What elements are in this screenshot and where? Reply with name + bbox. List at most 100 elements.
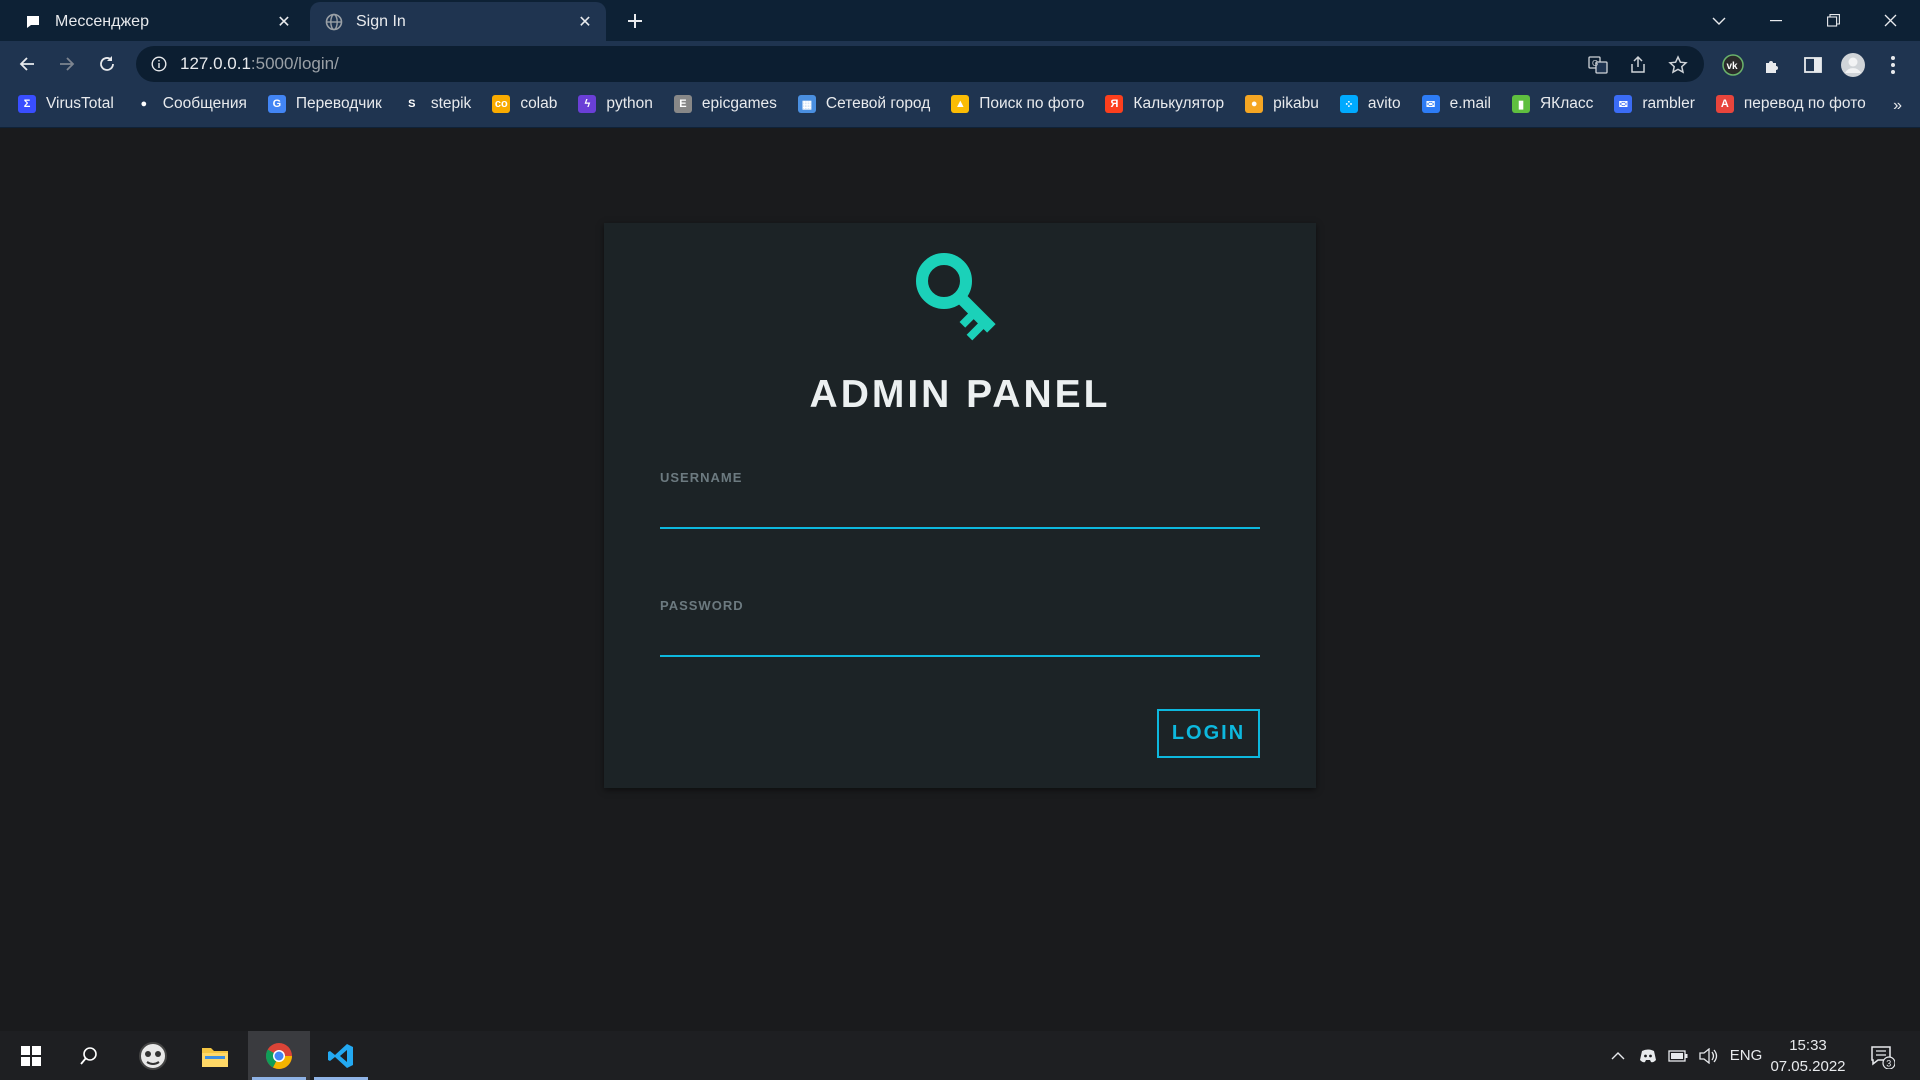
- bookmark-item[interactable]: Aперевод по фото: [1715, 95, 1866, 113]
- back-button[interactable]: [12, 49, 42, 79]
- url-host: 127.0.0.1: [180, 54, 251, 73]
- tab-sign-in[interactable]: Sign In ✕: [310, 2, 606, 41]
- address-bar[interactable]: 127.0.0.1:5000/login/ G: [136, 46, 1704, 82]
- login-card: ADMIN PANEL USERNAME PASSWORD LOGIN: [604, 223, 1316, 788]
- bookmark-item[interactable]: ✉ rambler: [1614, 95, 1695, 113]
- search-button[interactable]: [58, 1031, 120, 1080]
- bookmark-label: epicgames: [701, 95, 777, 112]
- bookmark-item[interactable]: ● pikabu: [1245, 95, 1319, 113]
- bookmark-label: Переводчик: [295, 95, 382, 112]
- bookmark-item[interactable]: Σ VirusTotal: [18, 95, 114, 113]
- bookmark-label: ЯКласс: [1539, 95, 1594, 112]
- start-button[interactable]: [0, 1031, 62, 1080]
- bookmark-item[interactable]: Я Калькулятор: [1105, 95, 1224, 113]
- bookmark-label: e.mail: [1449, 95, 1491, 112]
- forward-button[interactable]: [52, 49, 82, 79]
- volume-icon[interactable]: [1694, 1031, 1722, 1080]
- translate-icon[interactable]: G: [1586, 53, 1610, 77]
- city-icon: ▦: [797, 95, 816, 113]
- share-icon[interactable]: [1626, 53, 1650, 77]
- game-app-icon[interactable]: [122, 1031, 184, 1080]
- pikabu-icon: ●: [1245, 95, 1264, 113]
- bookmark-item[interactable]: ▮ ЯКласс: [1511, 95, 1594, 113]
- mail-icon: ✉: [1421, 95, 1440, 113]
- tab-title: Sign In: [356, 12, 406, 30]
- language-indicator[interactable]: ENG: [1726, 1031, 1766, 1080]
- page-title: ADMIN PANEL: [809, 373, 1111, 416]
- bookmark-label: colab: [520, 95, 558, 112]
- password-input[interactable]: [660, 621, 1260, 657]
- tab-close-icon[interactable]: ✕: [271, 9, 297, 35]
- bookmark-label: Калькулятор: [1133, 95, 1225, 112]
- vscode-taskbar-icon[interactable]: [310, 1031, 372, 1080]
- bookmark-item[interactable]: ▦ Сетевой город: [797, 95, 930, 113]
- vk-extension-icon[interactable]: vk: [1720, 52, 1746, 78]
- bookmark-label: rambler: [1642, 95, 1695, 112]
- battery-icon[interactable]: [1664, 1031, 1692, 1080]
- bookmark-label: перевод по фото: [1743, 95, 1866, 112]
- new-tab-button[interactable]: [620, 8, 650, 34]
- clock-time: 15:33: [1789, 1037, 1827, 1054]
- bookmark-item[interactable]: ⁘ avito: [1339, 95, 1401, 113]
- bookmark-star-icon[interactable]: [1666, 53, 1690, 77]
- bookmark-item[interactable]: Eepicgames: [673, 95, 777, 113]
- username-input[interactable]: [660, 493, 1260, 529]
- chat-bubble-icon: [23, 12, 43, 32]
- notification-count: 3: [1886, 1058, 1891, 1068]
- url-text[interactable]: 127.0.0.1:5000/login/: [180, 54, 339, 74]
- page-viewport: ADMIN PANEL USERNAME PASSWORD LOGIN: [0, 128, 1920, 1031]
- reload-button[interactable]: [92, 49, 122, 79]
- restore-icon[interactable]: [1805, 0, 1861, 41]
- password-label: PASSWORD: [660, 598, 744, 613]
- minimize-icon[interactable]: [1748, 0, 1804, 41]
- close-window-icon[interactable]: [1862, 0, 1918, 41]
- profile-avatar-icon[interactable]: [1840, 52, 1866, 78]
- bookmarks-overflow-button[interactable]: »: [1893, 97, 1902, 115]
- tab-close-icon[interactable]: ✕: [572, 9, 598, 35]
- stepik-icon: S: [408, 98, 416, 110]
- yaklass-icon: ▮: [1511, 95, 1530, 113]
- windows-taskbar: ENG 15:33 07.05.2022 3: [0, 1031, 1920, 1080]
- login-button[interactable]: LOGIN: [1157, 709, 1260, 758]
- bookmark-item[interactable]: Sstepik: [403, 95, 472, 113]
- svg-text:G: G: [1592, 59, 1598, 68]
- extensions-icon[interactable]: [1760, 52, 1786, 78]
- browser-tab-strip: Мессенджер ✕ Sign In ✕: [0, 0, 1920, 41]
- bookmark-label: stepik: [430, 95, 472, 112]
- bookmark-label: pikabu: [1273, 95, 1319, 112]
- side-panel-icon[interactable]: [1800, 52, 1826, 78]
- translate-icon: G: [267, 95, 286, 113]
- bookmark-item[interactable]: ✉ e.mail: [1421, 95, 1491, 113]
- site-info-icon[interactable]: [148, 53, 170, 75]
- chrome-taskbar-icon[interactable]: [248, 1031, 310, 1080]
- clock-date: 07.05.2022: [1770, 1058, 1846, 1075]
- file-explorer-icon[interactable]: [184, 1031, 246, 1080]
- browser-toolbar: 127.0.0.1:5000/login/ G vk: [0, 41, 1920, 87]
- bookmark-label: python: [606, 95, 653, 112]
- key-icon: [916, 253, 996, 341]
- globe-icon: [324, 12, 344, 32]
- notifications-button[interactable]: 3: [1862, 1031, 1902, 1080]
- bookmark-label: Сообщения: [162, 95, 247, 112]
- bookmark-item[interactable]: ▲ Поиск по фото: [951, 95, 1084, 113]
- photo-search-icon: ▲: [951, 95, 970, 113]
- bookmark-label: Поиск по фото: [979, 95, 1085, 112]
- colab-icon: co: [492, 95, 511, 113]
- tab-search-icon[interactable]: [1691, 0, 1747, 41]
- url-path: :5000/login/: [250, 54, 339, 73]
- menu-kebab-icon[interactable]: [1880, 52, 1906, 78]
- tray-overflow-chevron-icon[interactable]: [1604, 1031, 1632, 1080]
- python-icon: ϟ: [578, 95, 597, 113]
- svg-text:vk: vk: [1727, 61, 1739, 72]
- clock[interactable]: 15:33 07.05.2022: [1768, 1035, 1848, 1077]
- bookmark-item[interactable]: ● Сообщения: [135, 95, 247, 113]
- bookmark-item[interactable]: co colab: [492, 95, 557, 113]
- bookmark-label: avito: [1367, 95, 1401, 112]
- tab-messenger[interactable]: Мессенджер ✕: [9, 2, 305, 41]
- tab-title: Мессенджер: [55, 12, 149, 30]
- discord-tray-icon[interactable]: [1634, 1031, 1662, 1080]
- avito-icon: ⁘: [1339, 95, 1358, 113]
- bookmark-item[interactable]: G Переводчик: [267, 95, 382, 113]
- bookmark-label: VirusTotal: [46, 95, 114, 112]
- bookmark-item[interactable]: ϟ python: [578, 95, 653, 113]
